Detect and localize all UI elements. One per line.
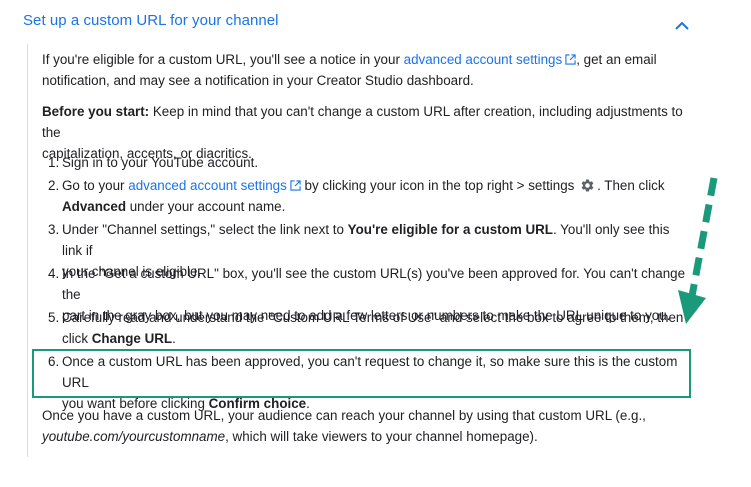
- section-header[interactable]: Set up a custom URL for your channel: [10, 0, 710, 44]
- step-text: . Then click: [597, 178, 665, 193]
- intro-paragraph: If you're eligible for a custom URL, you…: [42, 49, 692, 91]
- step-bold: Advanced: [62, 199, 126, 214]
- step-text: click: [62, 331, 92, 346]
- list-item: 4. In the "Get a custom URL" box, you'll…: [42, 263, 692, 323]
- step-text: .: [172, 331, 176, 346]
- step-6-highlight: [32, 349, 691, 398]
- step-text: Sign in to your YouTube account.: [62, 155, 259, 170]
- step-number: 2.: [48, 178, 60, 193]
- external-link-icon[interactable]: [290, 180, 301, 191]
- list-item: 1. Sign in to your YouTube account.: [42, 152, 692, 173]
- outro-paragraph: Once you have a custom URL, your audienc…: [42, 405, 692, 447]
- advanced-settings-link[interactable]: advanced account settings: [404, 52, 563, 67]
- step-number: 1.: [48, 155, 60, 170]
- section-title[interactable]: Set up a custom URL for your channel: [23, 12, 279, 29]
- outro-text-line2: , which will take viewers to your channe…: [225, 429, 538, 444]
- step-text: under your account name.: [126, 199, 286, 214]
- list-item: 2. Go to your advanced account settings …: [42, 175, 692, 217]
- external-link-icon[interactable]: [565, 54, 576, 65]
- outro-example-url: youtube.com/yourcustomname: [42, 429, 226, 444]
- step-text: Carefully read and understand the "Custo…: [62, 310, 684, 325]
- outro-text: Once you have a custom URL, your audienc…: [42, 408, 646, 423]
- list-item: 5. Carefully read and understand the "Cu…: [42, 307, 692, 349]
- gear-icon: [581, 179, 594, 192]
- step-text: In the "Get a custom URL" box, you'll se…: [62, 266, 686, 302]
- custom-url-section: Set up a custom URL for your channel If …: [0, 0, 751, 487]
- step-number: 5.: [48, 310, 60, 325]
- section-rule: [27, 44, 28, 457]
- intro-text: If you're eligible for a custom URL, you…: [42, 52, 404, 67]
- before-start-label: Before you start:: [42, 104, 150, 119]
- step-text: Under "Channel settings," select the lin…: [62, 222, 348, 237]
- step-text: Go to your: [62, 178, 129, 193]
- step-bold: Change URL: [91, 331, 173, 346]
- advanced-settings-link[interactable]: advanced account settings: [128, 178, 287, 193]
- step-bold: You're eligible for a custom URL: [347, 222, 553, 237]
- step-number: 3.: [48, 222, 60, 237]
- chevron-up-icon[interactable]: [672, 18, 692, 32]
- step-number: 4.: [48, 266, 60, 281]
- intro-text-after: , get an email: [576, 52, 657, 67]
- step-text: by clicking your icon in the top right >…: [300, 178, 579, 193]
- list-item: 3. Under "Channel settings," select the …: [42, 219, 692, 279]
- intro-text-line2: notification, and may see a notification…: [42, 73, 474, 88]
- dashed-arrow-icon: [678, 177, 718, 324]
